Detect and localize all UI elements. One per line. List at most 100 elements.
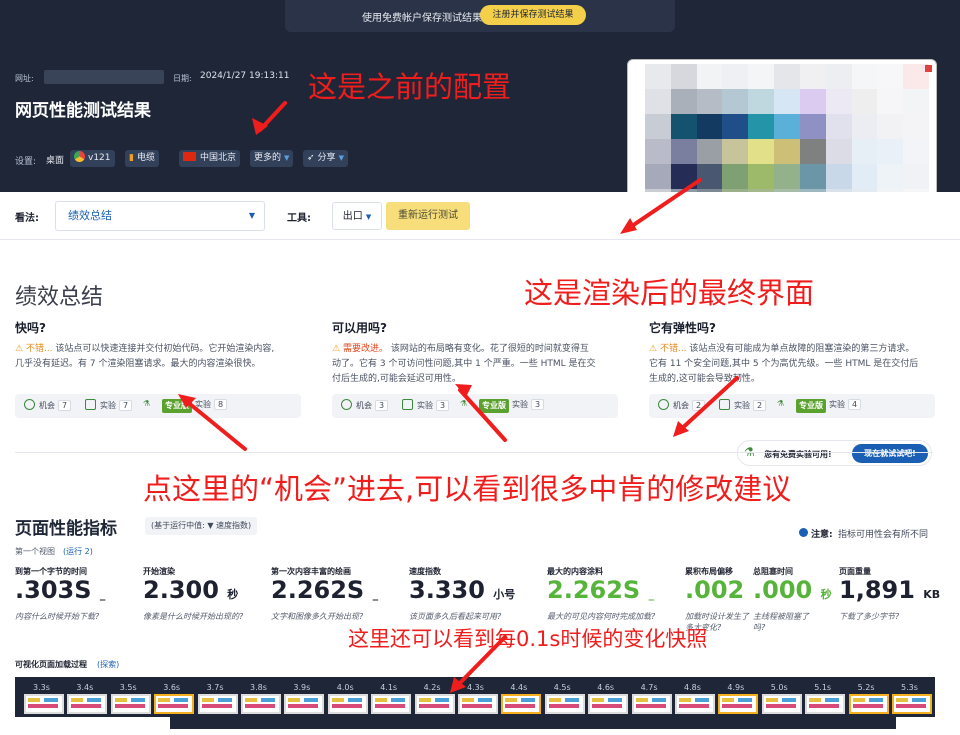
- share-label: 分享: [317, 153, 336, 163]
- frame-block: [28, 698, 40, 702]
- browser-pill[interactable]: v121: [70, 150, 115, 167]
- filmstrip-frame[interactable]: [24, 694, 64, 714]
- explore-link-text: 探索: [100, 660, 117, 669]
- pixel-block: [774, 114, 800, 139]
- frame-block: [635, 698, 648, 702]
- filmstrip-label: 可视化页面加载过程: [15, 660, 87, 669]
- page-title: 网页性能测试结果: [15, 101, 151, 121]
- info-icon: [799, 528, 808, 537]
- pixel-block: [851, 64, 878, 89]
- frame-block: [635, 704, 666, 708]
- experiments-chip[interactable]: 实验 3: [402, 399, 450, 411]
- metric-value: .303S _: [15, 576, 105, 604]
- filmstrip-frame[interactable]: [327, 694, 368, 714]
- pixel-block: [774, 64, 800, 89]
- filmstrip-scrollbar[interactable]: [170, 717, 896, 729]
- more-dropdown[interactable]: 更多的 ▼: [250, 150, 294, 167]
- metric-number: .002: [685, 576, 745, 604]
- signup-save-button[interactable]: 注册并保存测试结果: [480, 5, 586, 25]
- metric-value: .002: [685, 576, 744, 604]
- experiment-icon: [719, 399, 730, 410]
- close-icon[interactable]: [925, 65, 932, 72]
- frame-block: [130, 698, 145, 702]
- frame-block: [44, 698, 58, 702]
- filmstrip-frame[interactable]: [371, 694, 412, 714]
- frame-time: 5.0s: [770, 683, 788, 692]
- filmstrip-frame[interactable]: [154, 694, 195, 714]
- filmstrip-frame[interactable]: [892, 694, 932, 714]
- filmstrip-frame[interactable]: [675, 694, 715, 714]
- frame-time: 3.8s: [250, 683, 267, 692]
- filmstrip-frame[interactable]: [414, 694, 455, 714]
- pixel-block: [825, 64, 852, 89]
- experiments-label: 实验: [417, 401, 433, 410]
- filmstrip-frame[interactable]: [284, 694, 325, 714]
- opportunities-label: 机会: [39, 401, 55, 410]
- experiments-label: 实验: [734, 401, 750, 410]
- warning-icon: ⚠: [649, 344, 658, 354]
- frame-time: 4.4s: [510, 683, 528, 692]
- card-stats: 机会 7 实验 7 ⚗ 专业版 实验 8: [15, 394, 301, 418]
- filmstrip-frame[interactable]: [67, 694, 108, 714]
- filmstrip-frame[interactable]: [458, 694, 498, 714]
- metric-unit: _: [372, 588, 379, 601]
- filmstrip-frame[interactable]: [501, 694, 542, 714]
- explore-link[interactable]: (探索): [97, 659, 119, 670]
- export-label: 出口: [342, 211, 363, 222]
- filmstrip-frame[interactable]: [588, 694, 629, 714]
- experiments-chip[interactable]: 实验 2: [719, 399, 767, 411]
- pro-experiments-count: 4: [848, 399, 862, 410]
- pro-experiments-chip[interactable]: 实验 3: [512, 399, 545, 410]
- pro-experiments-chip[interactable]: 实验 4: [829, 399, 862, 410]
- pro-experiments-chip[interactable]: 实验 8: [195, 399, 228, 410]
- frame-time: 4.8s: [684, 683, 701, 692]
- filmstrip-frame[interactable]: [544, 694, 585, 714]
- annotation-final-render: 这是渲染后的最终界面: [524, 276, 815, 310]
- metric-unit: _: [99, 588, 106, 601]
- connection-pill[interactable]: ▮ 电缆: [125, 150, 159, 167]
- median-selector[interactable]: (基于运行中值: ▼ 速度指数): [145, 517, 258, 535]
- frame-time: 3.6s: [163, 683, 181, 692]
- frame-block: [809, 698, 822, 702]
- card-text: ⚠ 不错... 该站点没有可能成为单点故障的阻塞渲染的第三方请求。 它有 11 …: [649, 342, 935, 387]
- filmstrip-frame[interactable]: [805, 694, 846, 714]
- share-dropdown[interactable]: ➶ 分享 ▼: [303, 150, 348, 167]
- opportunities-chip[interactable]: 机会 2: [658, 399, 706, 411]
- export-dropdown[interactable]: 出口 ▼: [332, 202, 382, 230]
- opportunity-icon: [658, 399, 669, 410]
- pixel-block: [670, 114, 697, 139]
- opportunities-chip[interactable]: 机会 7: [24, 399, 72, 411]
- frame-time: 4.7s: [640, 683, 658, 692]
- opportunities-chip[interactable]: 机会 3: [341, 399, 389, 411]
- frame-block: [912, 698, 926, 702]
- frame-block: [462, 704, 492, 708]
- card-desc-1: 该站点没有可能成为单点故障的阻塞渲染的第三方请求。: [689, 344, 915, 354]
- chevron-down-icon: ▼: [338, 154, 344, 162]
- frame-block: [462, 698, 474, 702]
- view-label: 看法:: [15, 213, 39, 224]
- pixel-block: [670, 164, 697, 189]
- metric-number: 2.262S: [547, 576, 641, 604]
- frame-time: 4.1s: [380, 683, 398, 692]
- filmstrip-frame[interactable]: [761, 694, 802, 714]
- try-now-button[interactable]: 现在就试试吧!: [852, 444, 928, 463]
- filmstrip-frame[interactable]: [631, 694, 672, 714]
- rerun-test-button[interactable]: 重新运行测试: [386, 202, 470, 230]
- view-select[interactable]: 绩效总结 ▼: [55, 201, 265, 231]
- chevron-down-icon: ▼: [365, 213, 372, 221]
- filmstrip-frame[interactable]: [110, 694, 151, 714]
- run-link[interactable]: (运行 2): [63, 546, 93, 557]
- frame-block: [87, 698, 102, 702]
- filmstrip-frame[interactable]: [718, 694, 759, 714]
- filmstrip-frame[interactable]: [197, 694, 238, 714]
- frame-block: [28, 704, 58, 708]
- metric-value: 2.262S _: [271, 576, 378, 604]
- location-pill[interactable]: 中国北京: [179, 150, 241, 167]
- opportunities-label: 机会: [673, 401, 689, 410]
- metric-value: 3.330 小号: [409, 576, 515, 604]
- filmstrip-frame[interactable]: [241, 694, 281, 714]
- frame-block: [114, 704, 145, 708]
- pixel-block: [877, 114, 904, 139]
- filmstrip-frame[interactable]: [848, 694, 889, 714]
- experiments-chip[interactable]: 实验 7: [85, 399, 133, 411]
